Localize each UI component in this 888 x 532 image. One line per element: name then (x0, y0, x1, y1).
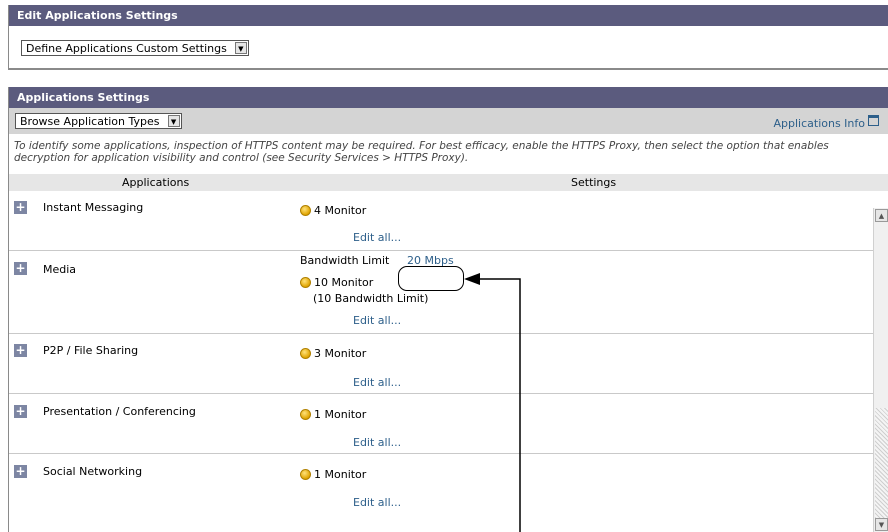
callout-arrow-line (478, 278, 521, 532)
callout-arrowhead-icon (464, 273, 480, 285)
callout-arrow (464, 273, 521, 532)
